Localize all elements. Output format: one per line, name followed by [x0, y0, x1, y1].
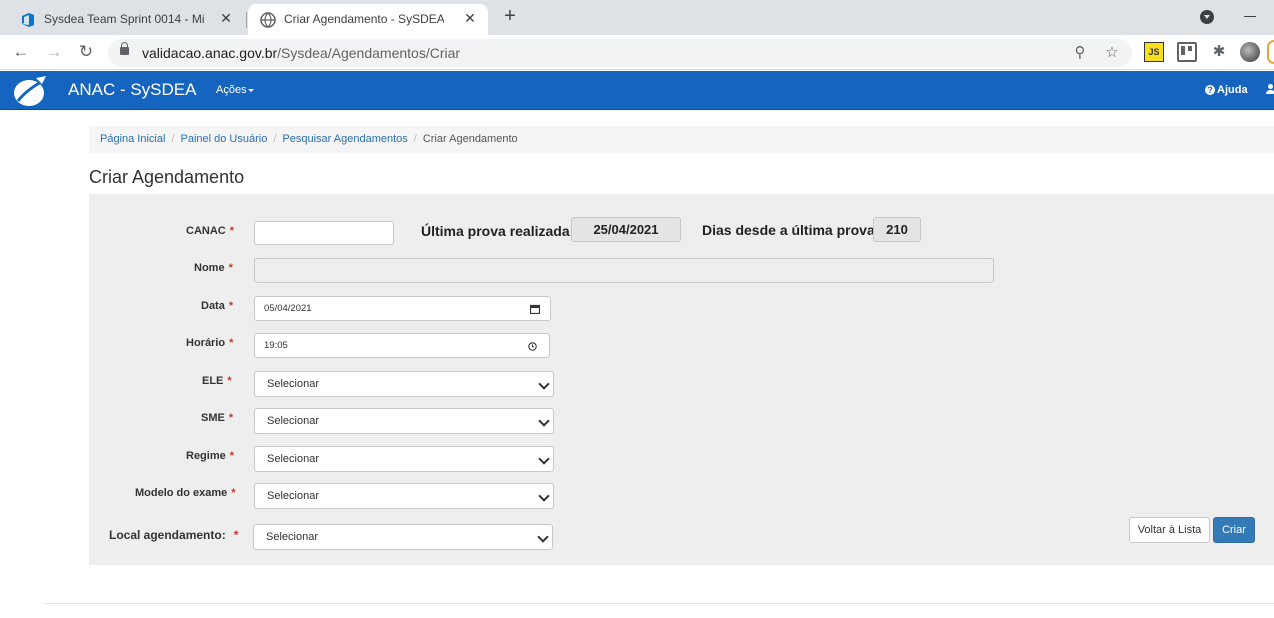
page-title: Criar Agendamento [89, 167, 245, 187]
minimize-icon[interactable] [1244, 16, 1256, 17]
close-tab-icon[interactable]: ✕ [218, 10, 234, 27]
ele-select[interactable]: Selecionar [254, 371, 554, 397]
horario-time-input[interactable]: 19:05 [254, 333, 550, 358]
profile-badge[interactable] [1267, 40, 1274, 64]
local-agendamento-label: Local agendamento: * [109, 528, 239, 542]
voltar-lista-button[interactable]: Voltar à Lista [1129, 517, 1210, 543]
sme-select[interactable]: Selecionar [254, 408, 554, 434]
profile-avatar[interactable] [1240, 42, 1260, 62]
modelo-exame-label: Modelo do exame * [135, 487, 236, 499]
sme-label: SME * [201, 412, 234, 424]
js-extension-icon[interactable]: JS [1144, 42, 1164, 62]
chevron-down-icon [538, 490, 550, 502]
nome-label: Nome * [194, 262, 233, 274]
zoom-icon[interactable]: ⚲ [1070, 43, 1090, 63]
dias-desde-label: Dias desde a última prova: [702, 222, 880, 238]
app-brand[interactable]: ANAC - SySDEA [68, 80, 196, 100]
tab-title: Sysdea Team Sprint 0014 - Micro [44, 12, 204, 26]
tab-sysdea-sprint[interactable]: Sysdea Team Sprint 0014 - Micro ✕ [8, 4, 244, 35]
tab-divider [246, 12, 247, 28]
new-tab-button[interactable]: + [498, 5, 522, 29]
canac-label: CANAC * [186, 225, 235, 237]
data-date-input[interactable]: 05/04/2021 [254, 296, 551, 321]
regime-select[interactable]: Selecionar [254, 446, 554, 472]
lock-icon [120, 42, 129, 55]
bookmark-star-icon[interactable]: ☆ [1102, 43, 1122, 63]
reload-icon[interactable]: ↻ [75, 41, 97, 63]
menu-acoes[interactable]: Ações [216, 84, 254, 96]
url-text[interactable]: validacao.anac.gov.br/Sysdea/Agendamento… [142, 45, 460, 61]
chevron-down-icon [538, 453, 550, 465]
breadcrumb-current: Criar Agendamento [422, 133, 518, 145]
footer-divider [44, 603, 1274, 604]
clock-icon[interactable] [528, 342, 537, 351]
horario-label: Horário * [186, 337, 234, 349]
close-tab-icon[interactable]: ✕ [462, 10, 478, 27]
address-bar[interactable]: validacao.anac.gov.br/Sysdea/Agendamento… [108, 39, 1132, 67]
chevron-down-icon [538, 378, 550, 390]
nome-input[interactable] [254, 258, 994, 283]
breadcrumb: Página Inicial / Painel do Usuário / Pesquis… [89, 126, 1274, 153]
extensions-puzzle-icon[interactable]: ✱ [1209, 42, 1229, 62]
data-label: Data * [201, 300, 234, 312]
question-icon: ? [1205, 85, 1215, 95]
browser-toolbar: ← → ↻ validacao.anac.gov.br/Sysdea/Agend… [0, 35, 1274, 70]
help-link[interactable]: ? Ajuda [1205, 84, 1248, 96]
modelo-exame-select[interactable]: Selecionar [254, 483, 554, 509]
app-navbar: ANAC - SySDEA Ações ? Ajuda [0, 71, 1274, 110]
tab-search-icon[interactable] [1200, 10, 1214, 24]
chevron-down-icon [538, 415, 550, 427]
breadcrumb-link-pesquisar[interactable]: Pesquisar Agendamentos [282, 133, 407, 145]
ultima-prova-label: Última prova realizada: [421, 223, 575, 239]
user-icon[interactable] [1266, 84, 1274, 94]
local-agendamento-select[interactable]: Selecionar [253, 524, 553, 550]
regime-label: Regime * [186, 450, 235, 462]
globe-icon [260, 12, 276, 28]
azure-devops-icon [22, 13, 34, 27]
forward-arrow-icon[interactable]: → [43, 41, 65, 63]
chevron-down-icon [537, 531, 549, 543]
tab-criar-agendamento[interactable]: Criar Agendamento - SySDEA ✕ [248, 4, 488, 35]
breadcrumb-separator: / [413, 133, 417, 145]
ultima-prova-value: 25/04/2021 [571, 217, 681, 242]
breadcrumb-separator: / [171, 133, 175, 145]
calendar-icon[interactable] [530, 304, 540, 314]
browser-tab-strip: Sysdea Team Sprint 0014 - Micro ✕ Criar … [0, 0, 1274, 35]
ele-label: ELE * [202, 375, 232, 387]
breadcrumb-link-painel[interactable]: Painel do Usuário [181, 133, 268, 145]
trello-extension-icon[interactable] [1177, 42, 1197, 62]
back-arrow-icon[interactable]: ← [10, 41, 32, 63]
anac-logo-icon[interactable] [12, 75, 48, 108]
dias-desde-value: 210 [873, 217, 921, 242]
criar-button[interactable]: Criar [1213, 517, 1255, 543]
breadcrumb-separator: / [273, 133, 277, 145]
caret-down-icon [247, 88, 254, 92]
tab-title: Criar Agendamento - SySDEA [284, 12, 444, 26]
canac-input[interactable] [254, 221, 394, 245]
breadcrumb-link-home[interactable]: Página Inicial [100, 133, 165, 145]
